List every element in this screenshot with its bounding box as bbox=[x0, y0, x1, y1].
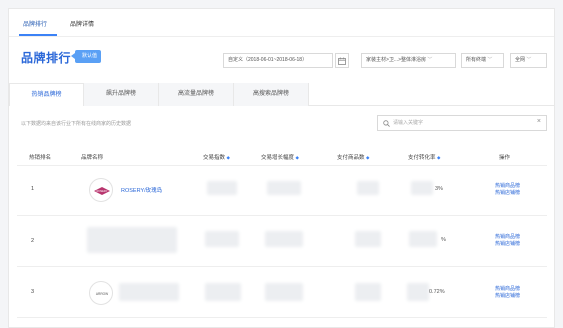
active-tab-indicator bbox=[19, 34, 57, 36]
rank-value: 1 bbox=[31, 186, 35, 192]
arrow-logo-icon: ARROW bbox=[96, 292, 108, 296]
col-paid-items-label: 支付商品数 bbox=[337, 155, 365, 161]
sort-icon: ◆ bbox=[226, 155, 231, 160]
blurred-brand bbox=[87, 227, 177, 253]
sort-icon: ◆ bbox=[366, 155, 370, 160]
tab-brand-ranking[interactable]: 品牌排行 bbox=[23, 19, 47, 28]
blurred-value bbox=[267, 181, 301, 195]
header-divider bbox=[17, 165, 547, 166]
blurred-value bbox=[207, 181, 237, 195]
rosery-logo-icon: ROSERY bbox=[94, 187, 110, 195]
chevron-down-icon: ﹀ bbox=[427, 57, 433, 63]
hot-shops-link[interactable]: 热销店铺榜 bbox=[495, 293, 520, 300]
search-box: × bbox=[377, 115, 547, 131]
brand-logo: ARROW bbox=[89, 281, 113, 305]
conversion-value: 3% bbox=[435, 186, 443, 192]
row-divider bbox=[17, 266, 547, 267]
sort-icon: ◆ bbox=[295, 155, 300, 160]
default-badge: 默认值 bbox=[70, 50, 102, 63]
blurred-value bbox=[409, 231, 437, 247]
search-icon bbox=[383, 120, 390, 127]
close-icon[interactable]: × bbox=[537, 118, 541, 125]
ranking-type-tabs: 热销品牌榜 飙升品牌榜 高流量品牌榜 高搜索品牌榜 bbox=[9, 83, 554, 106]
chevron-down-icon: ﹀ bbox=[526, 57, 532, 63]
calendar-button[interactable] bbox=[335, 53, 349, 68]
col-trade-index-label: 交易指数 bbox=[203, 155, 226, 161]
svg-text:ARROW: ARROW bbox=[96, 292, 108, 296]
hot-shops-link[interactable]: 热销店铺榜 bbox=[495, 241, 520, 248]
hot-items-link[interactable]: 热销商品榜 bbox=[495, 234, 520, 241]
brand-ranking-panel: 品牌排行 品牌详情 品牌排行 默认值 自定义（2018-06-01~2018-0… bbox=[8, 8, 555, 328]
blurred-value bbox=[205, 283, 241, 301]
brand-name-link[interactable]: ROSERY/玫瑰岛 bbox=[121, 186, 162, 194]
chevron-down-icon: ﹀ bbox=[487, 57, 493, 63]
terminal-select[interactable]: 所有终端 ﹀ bbox=[461, 53, 504, 68]
hot-shops-link[interactable]: 热销店铺榜 bbox=[495, 190, 520, 197]
hot-items-link[interactable]: 热销商品榜 bbox=[495, 286, 520, 293]
blurred-value bbox=[407, 283, 429, 301]
tab-brand-detail[interactable]: 品牌详情 bbox=[70, 19, 94, 28]
title-row: 品牌排行 默认值 自定义（2018-06-01~2018-06-18） 家装主材… bbox=[9, 43, 554, 73]
category-select[interactable]: 家装主材>卫...>整体淋浴房 ﹀ bbox=[361, 53, 456, 68]
blurred-value bbox=[411, 181, 433, 195]
rank-value: 3 bbox=[31, 289, 35, 295]
col-rank: 热销排名 bbox=[29, 155, 52, 161]
conversion-value: % bbox=[441, 237, 446, 243]
blurred-brand bbox=[119, 283, 179, 301]
row-divider bbox=[17, 317, 547, 318]
col-trade-growth[interactable]: 交易增长幅度 ◆ bbox=[261, 153, 299, 161]
col-trade-growth-label: 交易增长幅度 bbox=[261, 155, 295, 161]
network-value: 全网 bbox=[515, 57, 526, 63]
tab-high-traffic[interactable]: 高流量品牌榜 bbox=[159, 83, 234, 106]
brand-logo: ROSERY bbox=[89, 178, 113, 202]
search-input[interactable] bbox=[393, 117, 533, 129]
blurred-value bbox=[265, 283, 303, 301]
blurred-value bbox=[355, 283, 381, 301]
conversion-value: 0.72% bbox=[429, 289, 445, 295]
date-range-picker[interactable]: 自定义（2018-06-01~2018-06-18） bbox=[223, 53, 333, 68]
category-value: 家装主材>卫...>整体淋浴房 bbox=[366, 57, 427, 63]
tab-rising[interactable]: 飙升品牌榜 bbox=[84, 83, 159, 106]
tab-high-search[interactable]: 高搜索品牌榜 bbox=[234, 83, 309, 106]
blurred-value bbox=[357, 181, 379, 195]
blurred-value bbox=[265, 231, 303, 247]
col-brand: 品牌名称 bbox=[81, 155, 104, 161]
date-range-value: 自定义（2018-06-01~2018-06-18） bbox=[228, 57, 308, 63]
col-conversion-label: 支付转化率 bbox=[408, 155, 436, 161]
svg-text:ROSERY: ROSERY bbox=[97, 189, 108, 193]
page-title: 品牌排行 bbox=[21, 51, 72, 65]
blurred-value bbox=[205, 231, 239, 247]
tab-hot-sales[interactable]: 热销品牌榜 bbox=[9, 83, 84, 106]
terminal-value: 所有终端 bbox=[466, 57, 487, 63]
sort-icon: ◆ bbox=[437, 155, 441, 160]
info-text: 以下数据均来自该行业下所有在线商家的历史数据 bbox=[21, 121, 132, 127]
top-tabs: 品牌排行 品牌详情 bbox=[9, 9, 554, 37]
network-select[interactable]: 全网 ﹀ bbox=[510, 53, 547, 68]
calendar-icon bbox=[338, 57, 346, 65]
col-actions: 操作 bbox=[499, 155, 511, 161]
col-trade-index[interactable]: 交易指数 ◆ bbox=[203, 153, 230, 161]
rank-value: 2 bbox=[31, 238, 35, 244]
col-conversion[interactable]: 支付转化率 ◆ bbox=[408, 153, 441, 161]
row-divider bbox=[17, 215, 547, 216]
hot-items-link[interactable]: 热销商品榜 bbox=[495, 183, 520, 190]
blurred-value bbox=[355, 231, 381, 247]
col-paid-items[interactable]: 支付商品数 ◆ bbox=[337, 153, 370, 161]
